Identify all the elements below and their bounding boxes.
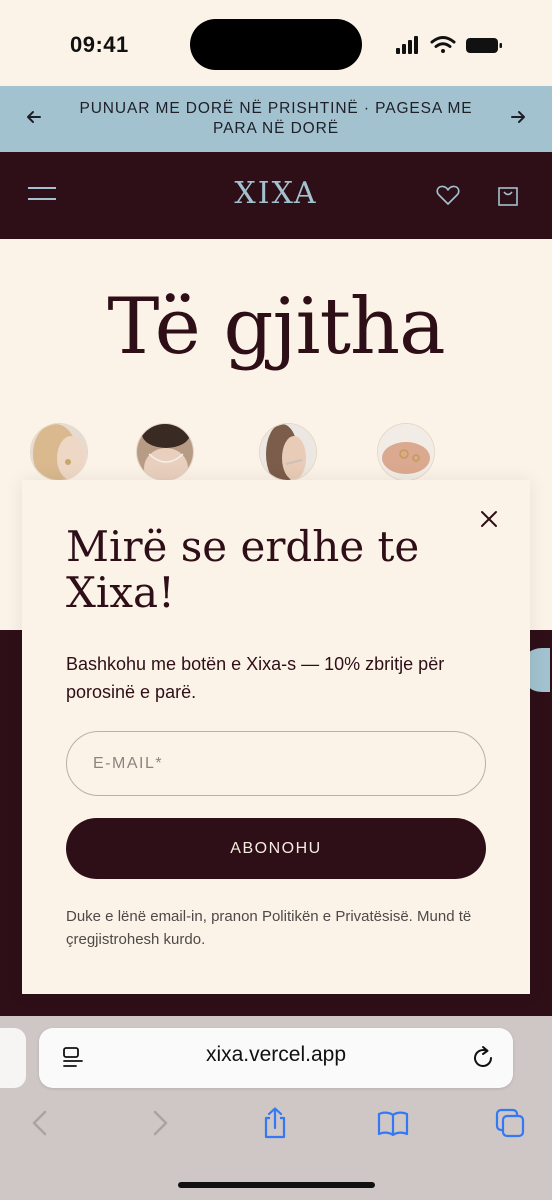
- reload-icon[interactable]: [470, 1045, 496, 1071]
- announcement-text: PUNUAR ME DORË NË PRISHTINË · PAGESA ME …: [79, 100, 473, 137]
- category-thumbnail-necklaces[interactable]: [136, 423, 194, 481]
- signal-icon: [396, 36, 418, 54]
- status-time: 09:41: [70, 32, 129, 57]
- tabs-icon[interactable]: [493, 1106, 527, 1140]
- wifi-icon: [430, 36, 456, 53]
- battery-icon: [466, 38, 502, 53]
- category-thumbnail-bracelets[interactable]: [259, 423, 317, 481]
- dynamic-island: [190, 19, 362, 70]
- arrow-right-icon[interactable]: [509, 108, 527, 126]
- email-field[interactable]: [66, 731, 486, 796]
- modal-title: Mirë se erdhe te Xixa!: [66, 522, 420, 617]
- shopping-bag-icon[interactable]: [497, 183, 519, 207]
- status-icons: [396, 36, 502, 54]
- bracelets-photo: [260, 424, 316, 480]
- modal-subtitle: Bashkohu me botën e Xixa-s — 10% zbritje…: [66, 654, 445, 702]
- category-thumbnail-rings[interactable]: [377, 423, 435, 481]
- share-icon[interactable]: [258, 1106, 292, 1140]
- rings-photo: [378, 424, 434, 480]
- url-text[interactable]: xixa.vercel.app: [39, 1043, 513, 1067]
- heart-icon[interactable]: [436, 184, 460, 206]
- bookmarks-icon[interactable]: [376, 1106, 410, 1140]
- home-indicator: [178, 1182, 375, 1188]
- page-title: Të gjitha: [107, 282, 445, 372]
- earrings-photo: [31, 424, 87, 480]
- category-thumbnail-earrings[interactable]: [30, 423, 88, 481]
- necklaces-photo: [137, 424, 193, 480]
- subscribe-button[interactable]: ABONOHU: [66, 818, 486, 879]
- site-logo[interactable]: XIXA: [0, 176, 552, 211]
- back-icon[interactable]: [23, 1106, 57, 1140]
- arrow-left-icon[interactable]: [25, 108, 43, 126]
- privacy-note: Duke e lënë email-in, pranon Politikën e…: [66, 908, 472, 948]
- previous-tab-preview[interactable]: [0, 1028, 26, 1088]
- forward-icon[interactable]: [143, 1106, 177, 1140]
